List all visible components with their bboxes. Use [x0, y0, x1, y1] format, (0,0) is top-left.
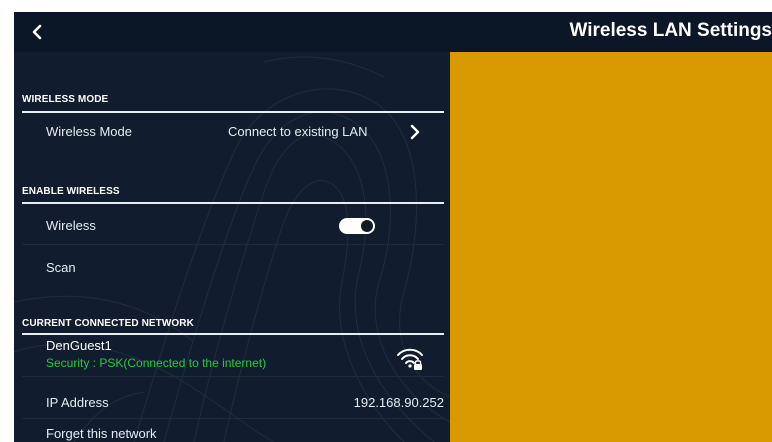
- network-security-status: Security : PSK(Connected to the internet…: [46, 356, 267, 370]
- section-divider: [22, 202, 444, 204]
- wireless-toggle[interactable]: [339, 218, 375, 234]
- detail-panel: [450, 52, 772, 442]
- section-divider: [22, 333, 444, 335]
- app-window: Wireless LAN Settings WIRELESS MODE Wire…: [14, 12, 772, 442]
- wireless-label: Wireless: [46, 218, 96, 233]
- chevron-left-icon: [32, 24, 42, 40]
- wireless-mode-value: Connect to existing LAN: [228, 124, 368, 139]
- wifi-lock-icon: [397, 348, 423, 370]
- row-separator: [22, 376, 444, 377]
- toggle-knob: [361, 220, 373, 232]
- row-separator: [22, 244, 444, 245]
- section-header-current-network: CURRENT CONNECTED NETWORK: [22, 318, 194, 329]
- section-header-enable-wireless: ENABLE WIRELESS: [22, 186, 120, 197]
- scan-label: Scan: [46, 260, 76, 275]
- wireless-mode-label: Wireless Mode: [46, 124, 132, 139]
- settings-panel: WIRELESS MODE Wireless Mode Connect to e…: [14, 52, 450, 442]
- wireless-mode-row[interactable]: Wireless Mode Connect to existing LAN: [22, 114, 444, 150]
- scan-row[interactable]: Scan: [22, 246, 444, 282]
- row-separator: [22, 418, 444, 419]
- section-header-wireless-mode: WIRELESS MODE: [22, 94, 109, 105]
- network-name: DenGuest1: [46, 338, 112, 353]
- forget-network-row[interactable]: Forget this network: [22, 420, 444, 442]
- page-title: Wireless LAN Settings: [569, 20, 772, 41]
- forget-network-label: Forget this network: [46, 426, 157, 441]
- top-bar: Wireless LAN Settings: [14, 12, 772, 52]
- ip-address-value: 192.168.90.252: [353, 395, 444, 410]
- back-button[interactable]: [24, 18, 52, 46]
- chevron-right-icon[interactable]: [408, 123, 422, 141]
- section-divider: [22, 111, 444, 113]
- ip-address-label: IP Address: [46, 395, 109, 410]
